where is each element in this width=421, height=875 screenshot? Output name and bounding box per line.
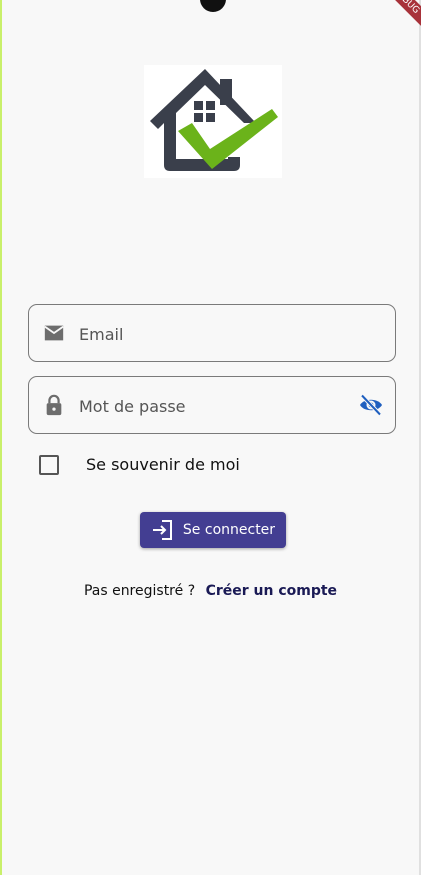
- house-check-logo: [150, 69, 278, 171]
- app-logo: [144, 65, 282, 178]
- email-input[interactable]: [77, 305, 351, 363]
- debug-banner: DEBUG: [369, 0, 421, 38]
- login-icon: [152, 520, 172, 540]
- camera-cutout: [200, 0, 226, 12]
- password-input[interactable]: [77, 377, 351, 435]
- login-button-label: Se connecter: [182, 522, 276, 538]
- email-field[interactable]: [28, 304, 396, 363]
- email-icon: [44, 325, 64, 341]
- create-account-link[interactable]: Créer un compte: [206, 583, 337, 599]
- remember-me-checkbox[interactable]: [39, 455, 59, 475]
- remember-me-label: Se souvenir de moi: [86, 455, 240, 474]
- password-field[interactable]: [28, 376, 396, 435]
- signup-row: Pas enregistré ? Créer un compte: [0, 583, 421, 599]
- lock-icon: [46, 394, 62, 416]
- frame-edge: [0, 0, 2, 875]
- signup-prompt: Pas enregistré ?: [83, 583, 196, 599]
- login-button[interactable]: Se connecter: [140, 512, 286, 548]
- visibility-off-icon[interactable]: [359, 393, 383, 417]
